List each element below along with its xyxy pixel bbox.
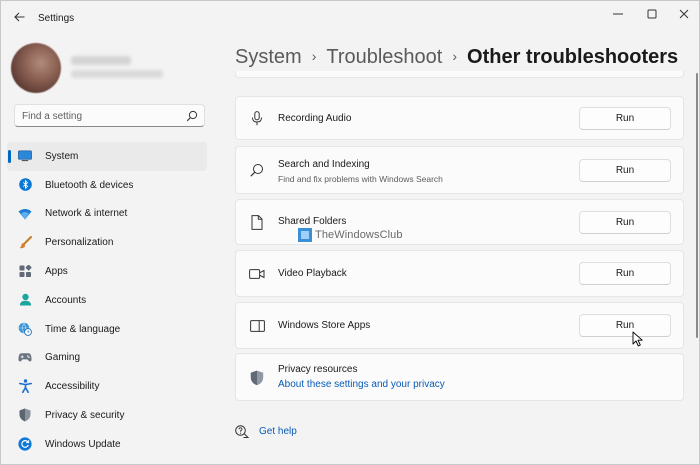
sidebar-item-time-language[interactable]: Time & language — [7, 315, 207, 344]
globe-clock-icon — [18, 322, 32, 336]
mouse-cursor-icon — [632, 331, 643, 347]
update-icon — [18, 437, 32, 451]
sidebar-item-bluetooth[interactable]: Bluetooth & devices — [7, 171, 207, 200]
app-title: Settings — [38, 13, 75, 24]
search-icon — [249, 162, 265, 178]
sidebar-item-label: Accounts — [45, 294, 87, 306]
sidebar-item-windows-update[interactable]: Windows Update — [7, 430, 207, 459]
profile-email-blurred — [71, 70, 163, 78]
sidebar-item-privacy[interactable]: Privacy & security — [7, 401, 207, 430]
troubleshooter-title: Search and Indexing — [278, 159, 370, 170]
settings-window: Settings System — [0, 0, 700, 465]
run-button-video-playback[interactable]: Run — [579, 262, 671, 285]
chevron-right-icon: › — [452, 48, 458, 64]
sidebar-item-label: Personalization — [45, 237, 114, 249]
window-icon — [249, 318, 265, 334]
minimize-icon — [613, 13, 623, 15]
title-bar: Settings — [1, 1, 700, 31]
sidebar-item-accessibility[interactable]: Accessibility — [7, 372, 207, 401]
troubleshooter-search-indexing: Search and Indexing Find and fix problem… — [235, 146, 684, 194]
watermark-text: TheWindowsClub — [315, 229, 403, 241]
troubleshooter-subtitle: Find and fix problems with Windows Searc… — [278, 174, 443, 184]
breadcrumb-troubleshoot[interactable]: Troubleshoot — [326, 46, 442, 69]
sidebar-item-label: Network & internet — [45, 208, 128, 220]
sidebar-item-label: Bluetooth & devices — [45, 179, 134, 191]
shield-icon — [18, 408, 32, 422]
privacy-link[interactable]: About these settings and your privacy — [278, 379, 445, 390]
brush-icon — [18, 235, 32, 249]
troubleshooter-title: Recording Audio — [278, 113, 352, 124]
close-button[interactable] — [671, 5, 697, 23]
profile-name-blurred — [71, 56, 131, 65]
wifi-icon — [18, 207, 32, 221]
troubleshooter-title: Video Playback — [278, 268, 347, 279]
get-help-label: Get help — [259, 426, 297, 437]
maximize-icon — [647, 9, 657, 19]
page-title: Other troubleshooters — [467, 45, 679, 68]
bluetooth-icon — [18, 178, 32, 192]
sidebar-item-apps[interactable]: Apps — [7, 257, 207, 286]
apps-icon — [18, 264, 32, 278]
minimize-button[interactable] — [605, 5, 631, 23]
search-input[interactable] — [22, 109, 182, 123]
privacy-resources-title: Privacy resources — [278, 364, 358, 375]
avatar[interactable] — [11, 43, 61, 93]
breadcrumb: System › Troubleshoot › Other troublesho… — [235, 43, 678, 71]
shield-icon — [249, 370, 265, 386]
person-icon — [18, 293, 32, 307]
sidebar-item-system[interactable]: System — [7, 142, 207, 171]
microphone-icon — [249, 110, 265, 126]
list-item-partial — [235, 71, 684, 78]
troubleshooter-recording-audio: Recording Audio Run — [235, 96, 684, 140]
breadcrumb-system[interactable]: System — [235, 46, 302, 69]
privacy-resources-card: Privacy resources About these settings a… — [235, 353, 684, 401]
scrollbar[interactable] — [696, 73, 698, 338]
sidebar-item-accounts[interactable]: Accounts — [7, 286, 207, 315]
sidebar-item-label: Privacy & security — [45, 410, 125, 422]
sidebar-item-gaming[interactable]: Gaming — [7, 344, 207, 373]
sidebar-item-label: Accessibility — [45, 381, 100, 393]
sidebar-item-label: Apps — [45, 266, 68, 278]
gamepad-icon — [18, 351, 32, 365]
video-camera-icon — [249, 266, 265, 282]
sidebar-item-label: System — [45, 150, 79, 162]
sidebar-item-label: Windows Update — [45, 438, 121, 450]
chevron-right-icon: › — [311, 48, 317, 64]
sidebar-nav: System Bluetooth & devices Network & int… — [7, 142, 207, 459]
run-button-search-indexing[interactable]: Run — [579, 159, 671, 182]
back-button[interactable] — [9, 7, 29, 27]
run-button-windows-store-apps[interactable]: Run — [579, 314, 671, 337]
run-button-recording-audio[interactable]: Run — [579, 107, 671, 130]
accessibility-icon — [18, 379, 32, 394]
file-icon — [249, 214, 265, 230]
search-box[interactable] — [14, 104, 205, 127]
troubleshooter-title: Windows Store Apps — [278, 320, 371, 331]
monitor-icon — [18, 149, 32, 163]
maximize-button[interactable] — [639, 5, 665, 23]
troubleshooter-video-playback: Video Playback Run — [235, 250, 684, 297]
run-button-shared-folders[interactable]: Run — [579, 211, 671, 234]
sidebar-item-network[interactable]: Network & internet — [7, 200, 207, 229]
troubleshooter-windows-store-apps: Windows Store Apps Run — [235, 302, 684, 349]
sidebar-item-personalization[interactable]: Personalization — [7, 228, 207, 257]
watermark-logo-icon — [298, 228, 312, 242]
watermark: TheWindowsClub — [298, 228, 403, 242]
sidebar-item-label: Time & language — [45, 323, 121, 335]
close-icon — [679, 9, 689, 19]
troubleshooter-title: Shared Folders — [278, 216, 347, 227]
search-icon[interactable] — [186, 110, 198, 122]
sidebar-item-label: Gaming — [45, 352, 81, 364]
help-chat-icon — [235, 425, 249, 438]
arrow-left-icon — [13, 12, 24, 22]
get-help-link[interactable]: Get help — [235, 425, 297, 438]
